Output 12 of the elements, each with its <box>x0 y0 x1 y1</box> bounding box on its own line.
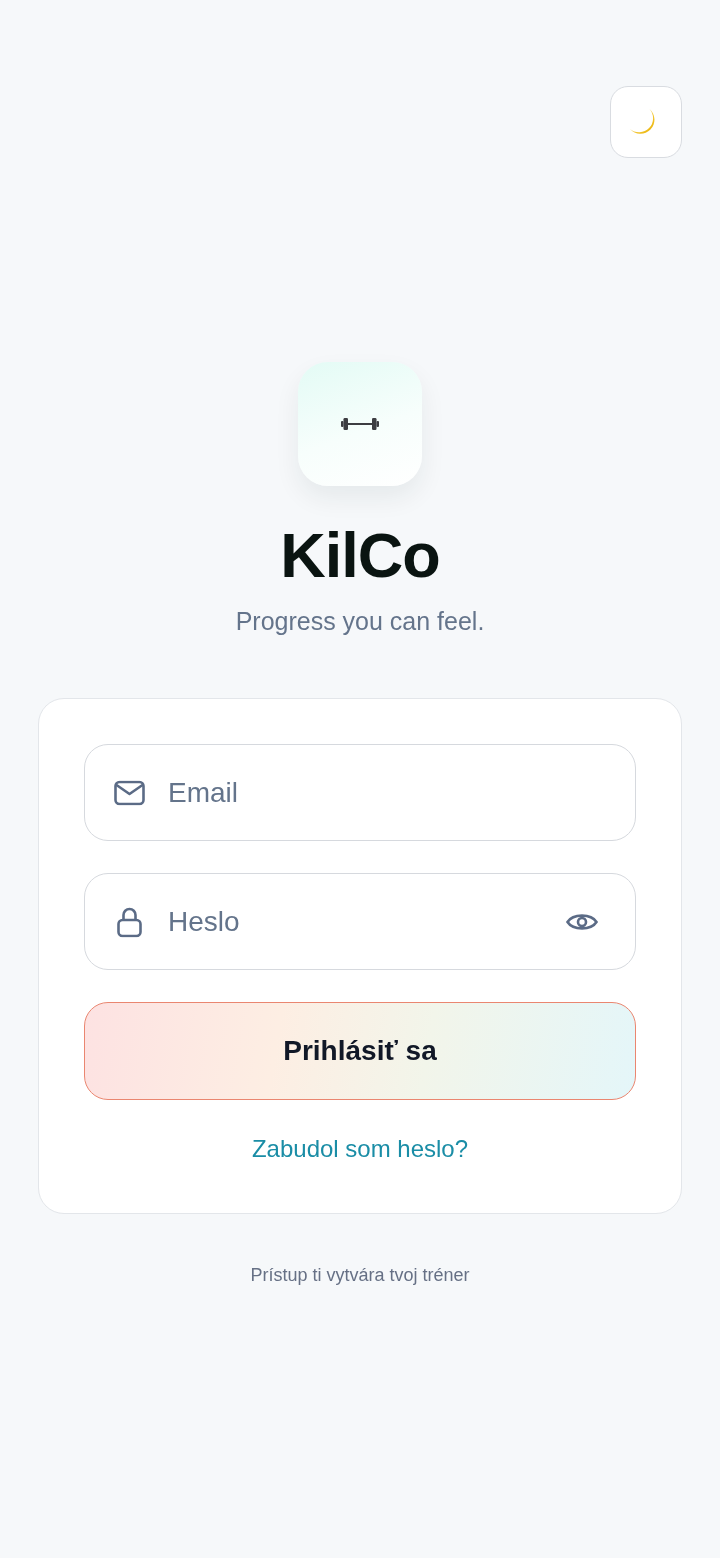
footer-note: Prístup ti vytvára tvoj tréner <box>250 1264 470 1287</box>
dumbbell-icon <box>341 417 379 431</box>
lock-icon <box>117 906 142 937</box>
password-field[interactable]: Heslo <box>84 873 636 970</box>
show-password-icon[interactable] <box>566 911 598 932</box>
app-name: KilCo <box>280 520 440 590</box>
login-button[interactable]: Prihlásiť sa <box>84 1002 636 1100</box>
app-tagline: Progress you can feel. <box>235 606 485 636</box>
theme-toggle-button[interactable] <box>610 86 682 158</box>
forgot-password-link[interactable]: Zabudol som heslo? <box>251 1134 469 1164</box>
envelope-icon <box>114 780 145 805</box>
email-field[interactable]: Email <box>84 744 636 841</box>
